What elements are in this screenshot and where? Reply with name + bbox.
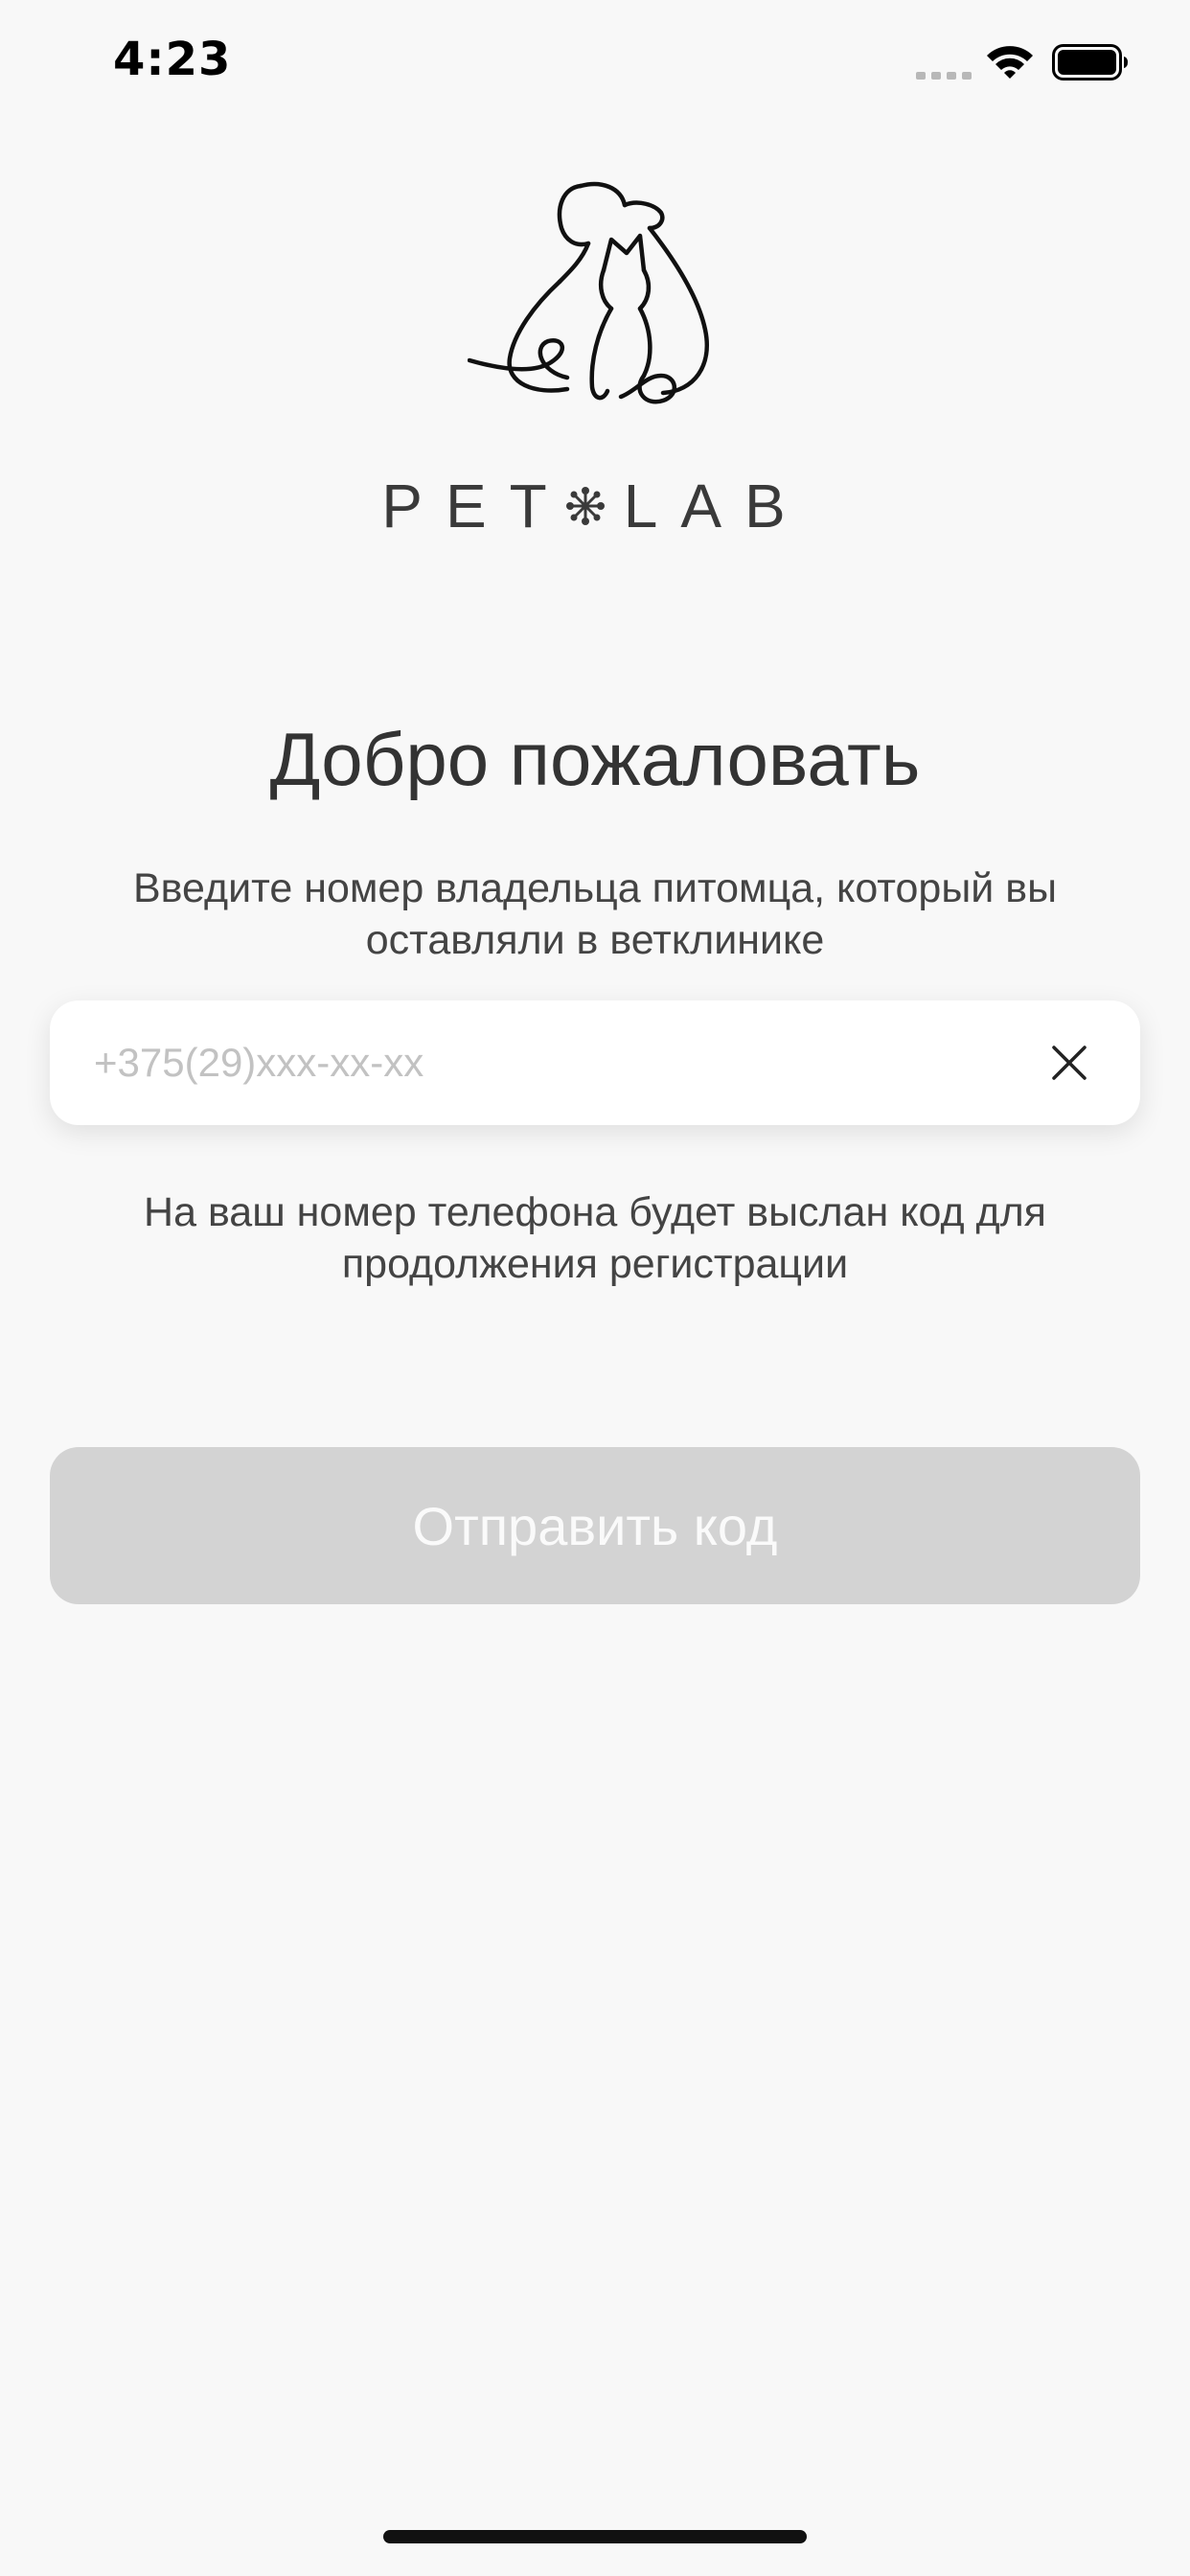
clear-input-button[interactable]: [1039, 1032, 1100, 1093]
brand-wordmark: PET LAB: [0, 468, 1190, 544]
dog-and-cat-line-art-icon: [468, 181, 709, 404]
welcome-subtitle: Введите номер владельца питомца, который…: [133, 865, 1057, 963]
snowflake-icon: [565, 487, 605, 525]
wifi-icon: [987, 46, 1033, 79]
battery-full-icon: [1052, 44, 1128, 80]
phone-field: [50, 1000, 1140, 1125]
login-screen: 4:23 PET LAB Добро пожаловать Введите но…: [0, 0, 1190, 2576]
brand-word-pet: PET: [381, 472, 570, 540]
status-bar: 4:23: [0, 0, 1190, 126]
welcome-title: Добро пожаловать: [269, 717, 921, 801]
close-icon: [1052, 1046, 1087, 1080]
status-time: 4:23: [113, 33, 232, 86]
sms-hint: На ваш номер телефона будет выслан код д…: [144, 1189, 1046, 1287]
home-indicator[interactable]: [383, 2530, 807, 2543]
cellular-dots-icon: [916, 72, 972, 80]
brand-word-lab: LAB: [623, 472, 809, 540]
send-code-button[interactable]: Отправить код: [50, 1447, 1140, 1604]
phone-input[interactable]: [92, 1000, 993, 1125]
